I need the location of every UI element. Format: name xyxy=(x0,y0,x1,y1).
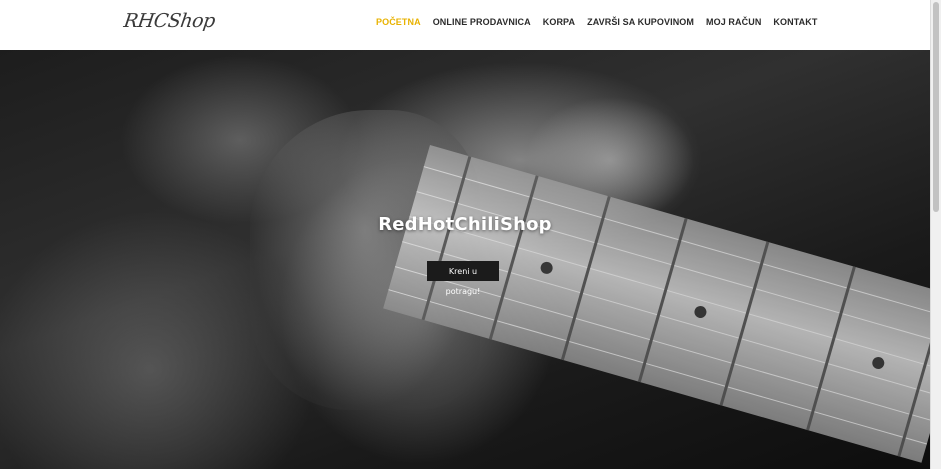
hero-banner: RedHotChiliShop Kreni u potragu! xyxy=(0,50,930,469)
hero-background-guitar-neck xyxy=(383,145,930,463)
nav-item-online-prodavnica[interactable]: ONLINE PRODAVNICA xyxy=(433,17,531,27)
nav-item-kontakt[interactable]: KONTAKT xyxy=(773,17,817,27)
site-header: RHCShop POČETNA ONLINE PRODAVNICA KORPA … xyxy=(0,0,930,50)
site-logo[interactable]: RHCShop xyxy=(122,10,216,32)
page-scrollbar[interactable] xyxy=(930,0,941,469)
hero-title: RedHotChiliShop xyxy=(378,214,552,235)
hero-cta-button[interactable]: Kreni u potragu! xyxy=(427,261,499,296)
scrollbar-thumb[interactable] xyxy=(933,2,939,212)
nav-item-korpa[interactable]: KORPA xyxy=(543,17,575,27)
nav-item-moj-racun[interactable]: MOJ RAČUN xyxy=(706,17,761,27)
main-nav: POČETNA ONLINE PRODAVNICA KORPA ZAVRŠI S… xyxy=(376,17,829,27)
page: RHCShop POČETNA ONLINE PRODAVNICA KORPA … xyxy=(0,0,941,469)
nav-item-zavrsi-sa-kupovinom[interactable]: ZAVRŠI SA KUPOVINOM xyxy=(587,17,694,27)
nav-item-pocetna[interactable]: POČETNA xyxy=(376,17,421,27)
